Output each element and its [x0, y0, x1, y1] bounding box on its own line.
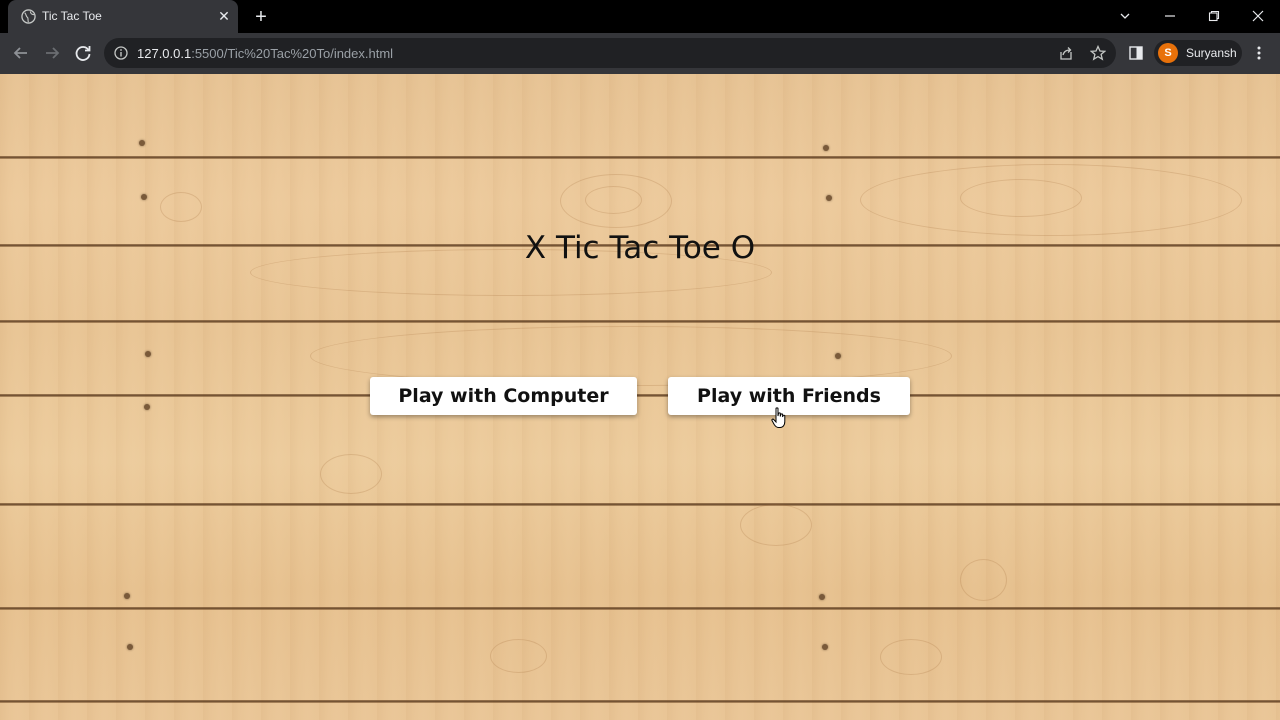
globe-icon — [21, 9, 36, 24]
page-title: X Tic Tac Toe O — [524, 230, 756, 266]
more-menu-icon[interactable] — [1252, 45, 1266, 61]
browser-tab[interactable]: Tic Tac Toe ✕ — [8, 0, 238, 33]
profile-button[interactable]: S Suryansh — [1154, 40, 1242, 66]
plank-seam — [0, 320, 1280, 323]
tab-search-icon[interactable] — [1103, 0, 1147, 33]
game-menu-page: X Tic Tac Toe O Play with Computer Play … — [0, 74, 1280, 720]
plank-seam — [0, 503, 1280, 506]
nail — [124, 593, 130, 599]
nail — [141, 194, 147, 200]
play-with-friends-button[interactable]: Play with Friends — [668, 377, 910, 415]
plank-seam — [0, 700, 1280, 703]
wood-knot — [740, 504, 812, 546]
tab-strip: Tic Tac Toe ✕ + — [0, 0, 1280, 33]
plank-seam — [0, 394, 1280, 397]
url-path: :5500/Tic%20Tac%20To/index.html — [191, 46, 394, 61]
plank-seam — [0, 607, 1280, 610]
nail — [145, 351, 151, 357]
nail — [127, 644, 133, 650]
site-info-icon[interactable] — [114, 46, 128, 60]
wood-knot — [585, 186, 642, 214]
profile-name: Suryansh — [1186, 46, 1237, 60]
forward-icon[interactable] — [41, 42, 63, 64]
url-host: 127.0.0.1 — [137, 46, 192, 61]
nail — [822, 644, 828, 650]
reload-icon[interactable] — [72, 42, 94, 64]
wood-knot — [490, 639, 547, 673]
wood-knot — [960, 559, 1007, 601]
play-with-computer-button[interactable]: Play with Computer — [370, 377, 637, 415]
new-tab-icon[interactable]: + — [250, 6, 272, 28]
nail — [823, 145, 829, 151]
browser-toolbar: 127.0.0.1:5500/Tic%20Tac%20To/index.html… — [0, 33, 1280, 74]
address-bar[interactable]: 127.0.0.1:5500/Tic%20Tac%20To/index.html — [104, 38, 1116, 68]
close-window-icon[interactable] — [1236, 0, 1280, 33]
nail — [819, 594, 825, 600]
wood-knot — [880, 639, 942, 675]
avatar: S — [1158, 43, 1178, 63]
restore-icon[interactable] — [1192, 0, 1236, 33]
close-tab-icon[interactable]: ✕ — [216, 8, 232, 24]
wood-knot — [160, 192, 202, 222]
share-icon[interactable] — [1058, 45, 1074, 61]
minimize-icon[interactable] — [1148, 0, 1192, 33]
wood-knot — [320, 454, 382, 494]
wood-knot — [960, 179, 1082, 217]
bookmark-star-icon[interactable] — [1090, 45, 1106, 61]
back-icon[interactable] — [10, 42, 32, 64]
nail — [144, 404, 150, 410]
nail — [139, 140, 145, 146]
side-panel-icon[interactable] — [1128, 45, 1144, 61]
tab-title: Tic Tac Toe — [42, 9, 102, 23]
nail — [835, 353, 841, 359]
nail — [826, 195, 832, 201]
hand-cursor-icon — [771, 407, 786, 428]
url-text[interactable]: 127.0.0.1:5500/Tic%20Tac%20To/index.html — [137, 46, 393, 61]
plank-seam — [0, 156, 1280, 159]
